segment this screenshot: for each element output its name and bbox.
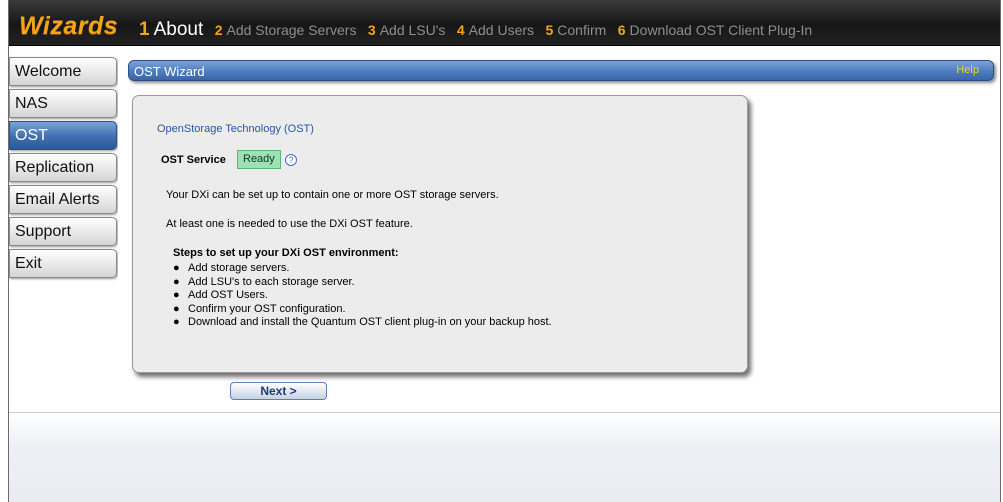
nav-item-email-alerts[interactable]: Email Alerts <box>9 185 117 214</box>
step-text: Add storage servers. <box>188 262 290 274</box>
nav-item-replication[interactable]: Replication <box>9 153 117 182</box>
list-item: ● Confirm your OST configuration. <box>173 303 552 317</box>
step-add-storage-servers[interactable]: 2 Add Storage Servers <box>215 22 357 38</box>
step-download-plugin[interactable]: 6 Download OST Client Plug-In <box>618 22 812 38</box>
help-icon[interactable]: ? <box>285 154 297 166</box>
list-item: ● Add storage servers. <box>173 262 552 276</box>
list-item: ● Add LSU's to each storage server. <box>173 276 552 290</box>
step-add-users[interactable]: 4 Add Users <box>457 22 534 38</box>
bullet-icon: ● <box>173 289 180 301</box>
step-label: Add LSU's <box>379 22 446 38</box>
card-title: OpenStorage Technology (OST) <box>157 123 314 135</box>
wizard-panel-header: OST Wizard Help <box>128 60 994 81</box>
step-text: Add OST Users. <box>188 289 268 301</box>
list-item: ● Download and install the Quantum OST cl… <box>173 316 552 330</box>
sidebar-nav: Welcome NAS OST Replication Email Alerts… <box>9 57 117 281</box>
help-link[interactable]: Help <box>956 64 979 76</box>
step-text: Confirm your OST configuration. <box>188 302 346 315</box>
list-item: ● Add OST Users. <box>173 289 552 303</box>
bullet-icon: ● <box>173 275 180 288</box>
wizard-steps: 1 About 2 Add Storage Servers 3 Add LSU's 4… <box>139 19 819 41</box>
step-number: 4 <box>456 22 465 38</box>
steps-heading: Steps to set up your DXi OST environment… <box>173 247 399 259</box>
next-button[interactable]: Next > <box>230 382 327 400</box>
step-label: Add Storage Servers <box>226 22 357 38</box>
panel-title: OST Wizard <box>134 64 205 79</box>
step-number: 3 <box>367 22 376 38</box>
app-title: Wizards <box>19 12 119 40</box>
step-number: 5 <box>545 22 554 38</box>
bullet-icon: ● <box>173 262 180 274</box>
ost-info-card: OpenStorage Technology (OST) OST Service… <box>132 95 748 373</box>
step-add-lsus[interactable]: 3 Add LSU's <box>368 22 446 38</box>
bullet-icon: ● <box>173 316 180 328</box>
step-label: Download OST Client Plug-In <box>629 22 813 38</box>
step-confirm[interactable]: 5 Confirm <box>545 22 606 38</box>
status-badge: Ready <box>237 150 281 169</box>
step-number: 1 <box>139 19 150 40</box>
wizard-step-bar: Wizards 1 About 2 Add Storage Servers 3 Add… <box>9 0 1000 46</box>
footer-area <box>9 412 1000 502</box>
step-label: About <box>153 19 204 40</box>
nav-item-nas[interactable]: NAS <box>9 89 117 118</box>
step-text: Download and install the Quantum OST cli… <box>188 316 552 328</box>
step-about[interactable]: 1 About <box>139 19 203 41</box>
intro-text: Your DXi can be set up to contain one or… <box>166 189 499 201</box>
bullet-icon: ● <box>173 302 180 315</box>
step-label: Confirm <box>557 22 607 38</box>
window-frame-right <box>1000 0 1001 502</box>
step-number: 2 <box>214 22 223 38</box>
requirement-text: At least one is needed to use the DXi OS… <box>166 218 413 230</box>
nav-item-exit[interactable]: Exit <box>9 249 117 278</box>
step-label: Add Users <box>468 22 535 38</box>
nav-item-support[interactable]: Support <box>9 217 117 246</box>
step-number: 6 <box>617 22 626 38</box>
service-label: OST Service <box>161 154 226 166</box>
step-text: Add LSU's to each storage server. <box>188 275 355 288</box>
setup-steps-list: ● Add storage servers. ● Add LSU's to each… <box>173 262 552 330</box>
nav-item-ost[interactable]: OST <box>9 121 117 150</box>
nav-item-welcome[interactable]: Welcome <box>9 57 117 86</box>
